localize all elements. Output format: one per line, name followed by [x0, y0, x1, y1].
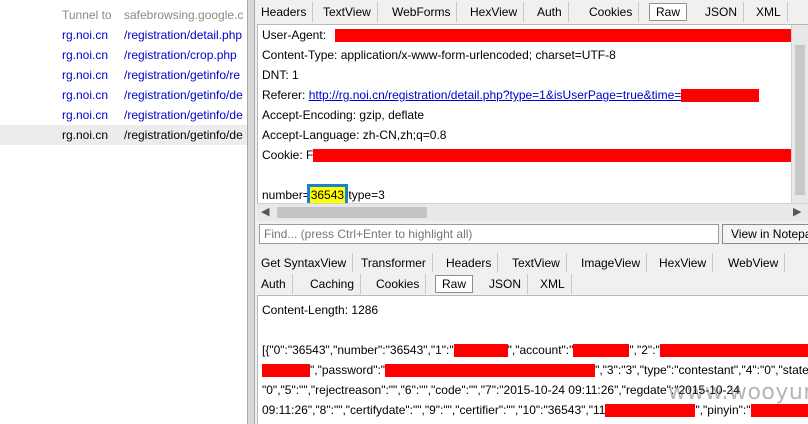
- session-host: rg.noi.cn: [62, 108, 109, 122]
- session-url: /registration/crop.php: [124, 48, 237, 62]
- redacted-block: [750, 404, 808, 418]
- tab-textview[interactable]: TextView: [506, 253, 567, 273]
- response-json-line: ","password":" ","3":"3","type":"contesta…: [262, 360, 808, 380]
- scrollbar-thumb[interactable]: [795, 45, 805, 195]
- response-tab-bar-1: Get SyntaxView Transformer Headers TextV…: [255, 251, 808, 273]
- scroll-right-icon[interactable]: ▶: [793, 204, 801, 221]
- response-json-line: [{"0":"36543","number":"36543","1":" ","a…: [262, 340, 808, 360]
- tab-transformer[interactable]: Transformer: [355, 253, 433, 273]
- response-tab-bar-2: Auth Caching Cookies Raw JSON XML: [255, 272, 808, 294]
- tab-json[interactable]: JSON: [699, 2, 745, 22]
- session-host: rg.noi.cn: [62, 88, 109, 102]
- header-accept-language: Accept-Language: zh-CN,zh;q=0.8: [262, 128, 447, 142]
- session-url: /registration/getinfo/de: [124, 128, 243, 142]
- tab-cookies[interactable]: Cookies: [583, 2, 640, 22]
- tab-get-syntaxview[interactable]: Get SyntaxView: [255, 253, 354, 273]
- redacted-block: [313, 149, 808, 163]
- session-row-selected[interactable]: rg.noi.cn /registration/getinfo/de: [0, 125, 248, 145]
- tab-cookies[interactable]: Cookies: [370, 274, 427, 294]
- session-row[interactable]: Tunnel to safebrowsing.google.c: [0, 5, 248, 25]
- session-list: Tunnel to safebrowsing.google.c rg.noi.c…: [0, 0, 248, 424]
- session-row[interactable]: rg.noi.cn /registration/getinfo/re: [0, 65, 248, 85]
- redacted-block: [605, 404, 696, 418]
- redacted-block: [659, 344, 808, 358]
- session-url: /registration/getinfo/re: [124, 68, 241, 82]
- pane-splitter[interactable]: [247, 0, 255, 424]
- request-body: number=36543 type=3: [262, 184, 385, 204]
- request-raw-pane[interactable]: User-Agent: Content-Type: application/x-…: [257, 24, 808, 205]
- tab-headers[interactable]: Headers: [440, 253, 499, 273]
- redacted-block: [681, 89, 760, 103]
- inspector-panel: Headers TextView WebForms HexView Auth C…: [255, 0, 808, 424]
- tab-webforms[interactable]: WebForms: [386, 2, 458, 22]
- scrollbar-thumb[interactable]: [277, 207, 427, 218]
- session-host: rg.noi.cn: [62, 68, 109, 82]
- redacted-block: [385, 364, 596, 378]
- tab-hexview[interactable]: HexView: [464, 2, 525, 22]
- session-row[interactable]: rg.noi.cn /registration/crop.php: [0, 45, 248, 65]
- session-row[interactable]: rg.noi.cn /registration/getinfo/de: [0, 105, 248, 125]
- tab-hexview[interactable]: HexView: [653, 253, 714, 273]
- header-cookie: Cookie: F: [262, 145, 808, 165]
- tab-headers[interactable]: Headers: [255, 2, 314, 22]
- vertical-scrollbar[interactable]: [791, 25, 808, 204]
- header-content-type: Content-Type: application/x-www-form-url…: [262, 48, 616, 62]
- tab-auth[interactable]: Auth: [531, 2, 569, 22]
- referer-link[interactable]: http://rg.noi.cn/registration/detail.php…: [309, 88, 682, 102]
- response-content-length: Content-Length: 1286: [262, 303, 379, 317]
- session-url: /registration/getinfo/de: [124, 108, 243, 122]
- session-url: /registration/detail.php: [124, 28, 243, 42]
- tab-imageview[interactable]: ImageView: [575, 253, 648, 273]
- watermark: www.wooyun.org: [668, 380, 808, 405]
- tab-raw[interactable]: Raw: [649, 3, 688, 21]
- scroll-left-icon[interactable]: ◀: [261, 204, 269, 221]
- redacted-block: [453, 344, 508, 358]
- view-in-notepad-button[interactable]: View in Notepa: [722, 224, 808, 244]
- header-dnt: DNT: 1: [262, 68, 299, 82]
- header-accept-encoding: Accept-Encoding: gzip, deflate: [262, 108, 425, 122]
- tab-textview[interactable]: TextView: [317, 2, 378, 22]
- redacted-block: [335, 29, 808, 43]
- find-input[interactable]: Find... (press Ctrl+Enter to highlight a…: [259, 224, 719, 244]
- tab-webview[interactable]: WebView: [722, 253, 786, 273]
- redacted-block: [262, 364, 310, 378]
- session-host: Tunnel to: [62, 8, 112, 22]
- header-user-agent: User-Agent:: [262, 25, 808, 45]
- request-tab-bar: Headers TextView WebForms HexView Auth C…: [255, 0, 808, 22]
- session-host: rg.noi.cn: [62, 128, 109, 142]
- redacted-block: [573, 344, 630, 358]
- session-url: safebrowsing.google.c: [124, 8, 244, 22]
- session-row[interactable]: rg.noi.cn /registration/detail.php: [0, 25, 248, 45]
- find-bar: Find... (press Ctrl+Enter to highlight a…: [257, 223, 808, 245]
- session-url: /registration/getinfo/de: [124, 88, 243, 102]
- highlighted-number: 36543: [306, 184, 349, 204]
- session-host: rg.noi.cn: [62, 48, 109, 62]
- tab-xml[interactable]: XML: [750, 2, 788, 22]
- tab-xml[interactable]: XML: [534, 274, 572, 294]
- tab-json[interactable]: JSON: [483, 274, 529, 294]
- session-host: rg.noi.cn: [62, 28, 109, 42]
- session-row[interactable]: rg.noi.cn /registration/getinfo/de: [0, 85, 248, 105]
- tab-raw[interactable]: Raw: [435, 275, 474, 293]
- horizontal-scrollbar[interactable]: ◀ ▶: [257, 203, 808, 221]
- header-referer: Referer: http://rg.noi.cn/registration/d…: [262, 85, 760, 105]
- tab-auth[interactable]: Auth: [255, 274, 293, 294]
- tab-caching[interactable]: Caching: [304, 274, 362, 294]
